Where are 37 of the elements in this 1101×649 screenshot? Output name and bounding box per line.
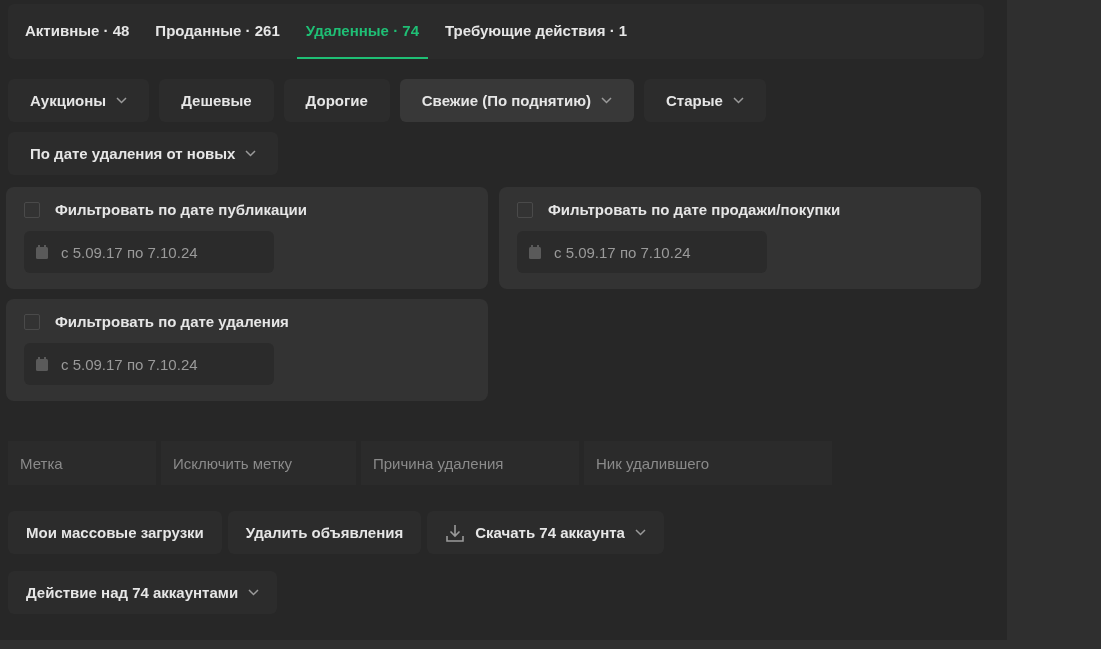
date-range-field[interactable]: с 5.09.17 по 7.10.24 xyxy=(24,231,274,273)
caret-icon xyxy=(248,589,260,596)
action-button[interactable]: Скачать 74 аккаунта xyxy=(427,511,664,554)
date-range-text: с 5.09.17 по 7.10.24 xyxy=(61,355,198,373)
checkbox-label: Фильтровать по дате продажи/покупки xyxy=(548,201,841,218)
tab[interactable]: Удаленные · 74 xyxy=(296,4,428,59)
caret-icon xyxy=(634,529,646,536)
tab[interactable]: Проданные · 261 xyxy=(146,4,289,59)
input-field[interactable]: Причина удаления xyxy=(361,441,579,485)
date-range-text: с 5.09.17 по 7.10.24 xyxy=(61,243,198,261)
tab[interactable]: Активные · 48 xyxy=(16,4,139,59)
sort-button[interactable]: Аукционы xyxy=(8,79,150,122)
date-range-field[interactable]: с 5.09.17 по 7.10.24 xyxy=(24,343,274,385)
date-range-text: с 5.09.17 по 7.10.24 xyxy=(554,243,691,261)
input-field[interactable]: Исключить метку xyxy=(161,441,356,485)
calendar-icon xyxy=(529,245,541,259)
calendar-icon xyxy=(36,245,48,259)
sort-button[interactable]: Старые xyxy=(644,79,766,122)
sort-button[interactable]: По дате удаления от новых xyxy=(8,132,279,175)
input-field[interactable]: Ник удалившего xyxy=(584,441,832,485)
sort-button[interactable]: Дорогие xyxy=(283,79,390,122)
caret-icon xyxy=(732,97,744,104)
calendar-icon xyxy=(36,357,48,371)
tab[interactable]: Требующие действия · 1 xyxy=(436,4,637,59)
checkbox-label: Фильтровать по дате публикации xyxy=(55,201,307,218)
caret-icon xyxy=(116,97,128,104)
input-field[interactable]: Метка xyxy=(8,441,156,485)
download-icon xyxy=(445,522,466,543)
caret-icon xyxy=(245,150,257,157)
action-button[interactable]: Действие над 74 аккаунтами xyxy=(8,571,278,614)
checkbox-label: Фильтровать по дате удаления xyxy=(55,313,289,330)
action-button[interactable]: Мои массовые загрузки xyxy=(8,511,222,554)
date-range-field[interactable]: с 5.09.17 по 7.10.24 xyxy=(517,231,767,273)
caret-icon xyxy=(601,97,612,104)
sort-button[interactable]: Дешевые xyxy=(159,79,274,122)
sort-button[interactable]: Свежие (По поднятию) xyxy=(399,79,634,122)
action-button[interactable]: Удалить объявления xyxy=(227,511,422,554)
